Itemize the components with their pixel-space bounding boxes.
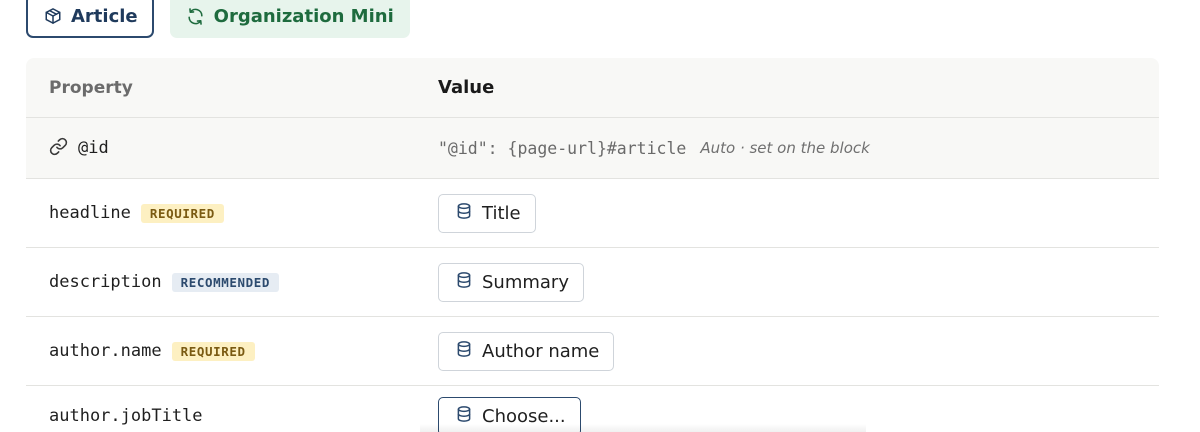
- link-icon: [49, 137, 68, 160]
- required-badge: REQUIRED: [140, 203, 224, 223]
- table-header: Property Value: [26, 58, 1159, 118]
- schema-tabs: Article Organization Mini: [26, 0, 410, 38]
- tab-article-label: Article: [71, 5, 138, 27]
- property-name: author.name: [49, 341, 162, 361]
- property-name: headline: [49, 203, 131, 223]
- table-row-id: @id "@id": {page-url}#article Auto · set…: [26, 118, 1159, 179]
- field-source-label: Title: [482, 202, 521, 224]
- property-name: @id: [78, 138, 109, 158]
- tab-organization-mini[interactable]: Organization Mini: [169, 0, 410, 38]
- auto-id-note: Auto · set on the block: [700, 139, 870, 157]
- database-icon: [455, 202, 473, 225]
- property-mapping-table: Property Value @id "@id": {page-url}#art…: [26, 58, 1159, 432]
- database-icon: [455, 271, 473, 294]
- table-row-author-name: author.name REQUIRED Author name: [26, 317, 1159, 386]
- field-source-label: Summary: [482, 271, 569, 293]
- table-row-description: description RECOMMENDED Summary: [26, 248, 1159, 317]
- tab-article[interactable]: Article: [26, 0, 154, 38]
- auto-id-code: "@id": {page-url}#article: [438, 138, 687, 158]
- recommended-badge: RECOMMENDED: [171, 272, 279, 292]
- required-badge: REQUIRED: [171, 341, 255, 361]
- dropdown-shadow: [420, 424, 866, 432]
- value-column-header: Value: [438, 77, 495, 98]
- field-source-button[interactable]: Author name: [438, 331, 615, 371]
- tab-organization-mini-label: Organization Mini: [213, 5, 394, 27]
- field-source-label: Author name: [482, 340, 600, 362]
- cube-icon: [44, 7, 62, 25]
- property-name: description: [49, 272, 162, 292]
- field-source-button[interactable]: Title: [438, 193, 536, 233]
- table-row-headline: headline REQUIRED Title: [26, 179, 1159, 248]
- property-column-header: Property: [49, 77, 133, 98]
- field-source-button[interactable]: Summary: [438, 262, 584, 302]
- database-icon: [455, 340, 473, 363]
- property-name: author.jobTitle: [49, 406, 203, 426]
- refresh-icon: [186, 7, 205, 26]
